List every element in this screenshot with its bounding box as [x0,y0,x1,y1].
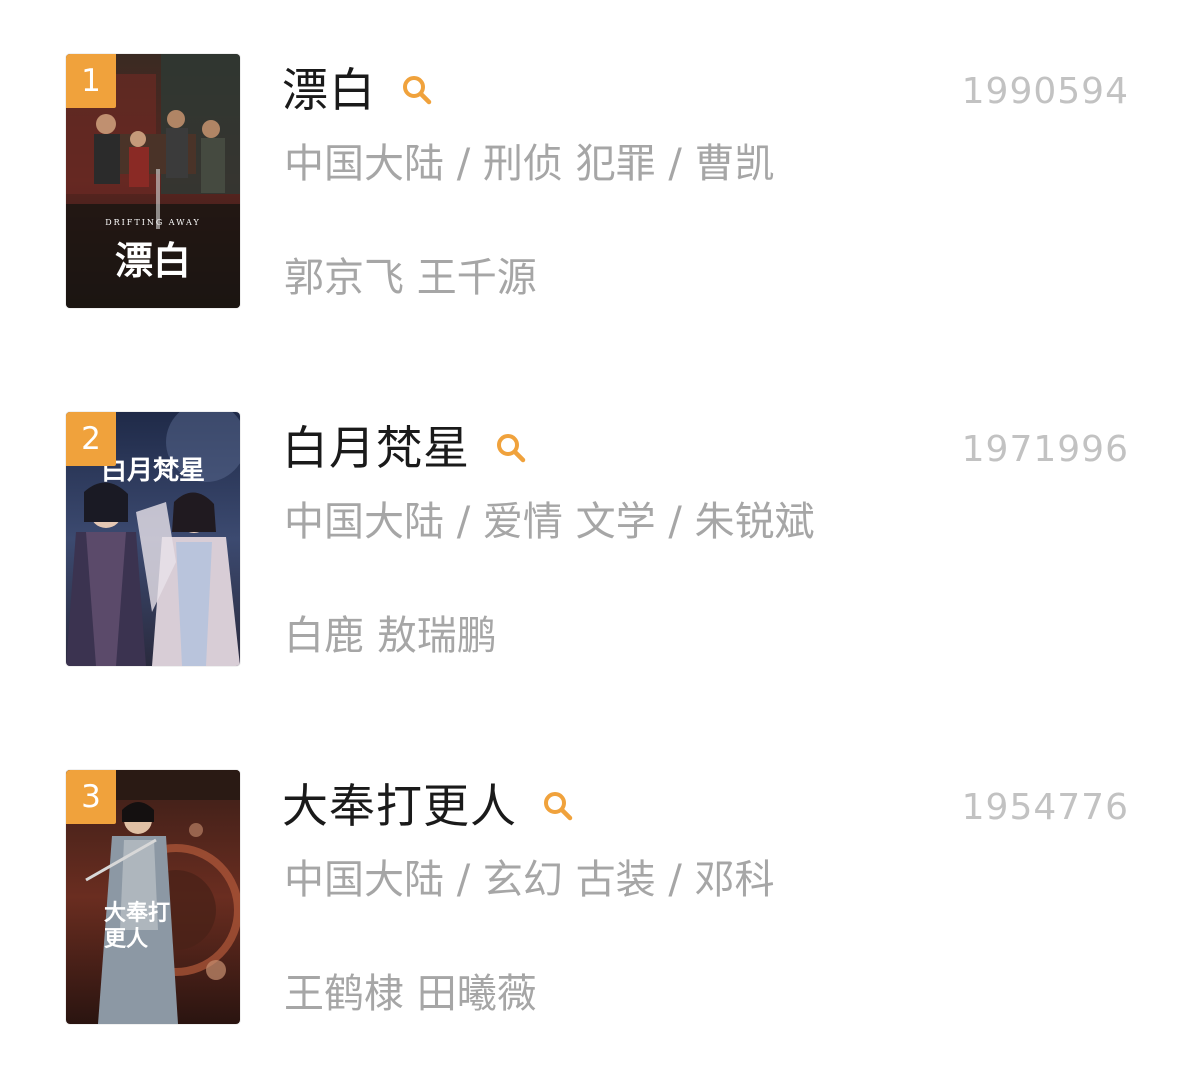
poster-image[interactable]: 大奉打更人 3 [66,770,240,1024]
item-title[interactable]: 大奉打更人 [282,778,517,834]
heat-score: 1990594 [961,71,1129,112]
search-icon[interactable] [494,431,528,465]
item-meta: 中国大陆 / 玄幻 古装 / 邓科 [284,857,775,903]
heat-score: 1954776 [961,787,1129,828]
poster-title-text: 大奉打更人 [104,900,171,952]
heat-score: 1971996 [961,429,1129,470]
item-title[interactable]: 白月梵星 [282,420,470,476]
title-row: 大奉打更人 [282,778,575,834]
item-cast: 白鹿 敖瑞鹏 [284,613,497,659]
list-item[interactable]: 大奉打更人 3 大奉打更人 1954776 中国大陆 / 玄幻 古装 / 邓科 … [0,768,1195,1028]
rank-badge: 1 [66,54,116,108]
rank-badge: 2 [66,412,116,466]
poster-image[interactable]: 白月梵星 2 [66,412,240,666]
item-meta: 中国大陆 / 爱情 文学 / 朱锐斌 [284,499,815,545]
ranking-list: 漂白 DRIFTING AWAY 1 漂白 1990594 中国大陆 / 刑侦 … [0,0,1195,1080]
title-row: 漂白 [282,62,434,118]
rank-badge: 3 [66,770,116,824]
search-icon[interactable] [400,73,434,107]
item-cast: 郭京飞 王千源 [284,255,537,301]
title-row: 白月梵星 [282,420,528,476]
list-item[interactable]: 漂白 DRIFTING AWAY 1 漂白 1990594 中国大陆 / 刑侦 … [0,52,1195,312]
item-cast: 王鹤棣 田曦薇 [284,971,537,1017]
poster-subtitle-text: DRIFTING AWAY [105,218,201,227]
list-item[interactable]: 白月梵星 2 白月梵星 1971996 中国大陆 / 爱情 文学 / 朱锐斌 白… [0,410,1195,670]
poster-image[interactable]: 漂白 DRIFTING AWAY 1 [66,54,240,308]
item-meta: 中国大陆 / 刑侦 犯罪 / 曹凯 [284,141,775,187]
search-icon[interactable] [541,789,575,823]
poster-title-text: 漂白 [114,238,191,283]
item-title[interactable]: 漂白 [282,62,376,118]
